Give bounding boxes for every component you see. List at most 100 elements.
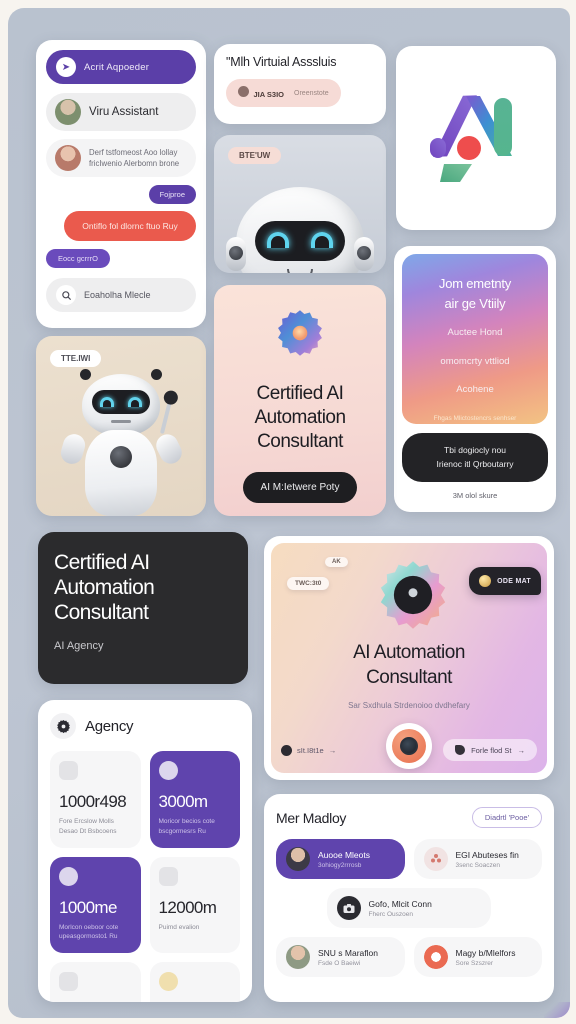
list-item[interactable]: Auooe Mleots 3ohiogy2rrrosb (276, 839, 405, 879)
paper-plane-icon: ➤ (56, 57, 76, 77)
assistant-glyph-icon (400, 737, 418, 755)
chat-bubble-pill: Eocc gcrrrO (46, 249, 111, 268)
gear-gradient-icon (380, 561, 446, 629)
arrow-right-icon: → (328, 745, 337, 755)
heart-icon (59, 761, 78, 780)
robot-ear-left-icon (226, 237, 246, 271)
robot-chest-icon (110, 446, 132, 468)
promo-heading-line1: Jom emetnty (438, 276, 512, 291)
robot-eye-left-icon (267, 232, 289, 248)
ring-icon (423, 945, 448, 969)
wide-hero-action-right[interactable]: Forle flod St → (443, 739, 537, 761)
certified-consultant-card: Certified AI Automation Consultant AI M:… (214, 285, 386, 516)
agency-header: Agency (50, 713, 240, 739)
stat-card[interactable]: 12000m Puimd evalion (149, 856, 240, 953)
list-item-name: Gofo, Mlcit Conn (368, 898, 432, 909)
badge-status: Oreenstote (294, 89, 329, 97)
stat-card[interactable]: 45020.0 Srisr Woli (50, 962, 141, 1002)
certified-title: Certified AI Automation Consultant (254, 383, 346, 452)
robot-antenna-left-icon (80, 369, 91, 380)
certified-cta-button[interactable]: AI M:Ietwere Poty (242, 471, 358, 503)
stat-card[interactable]: 1000me Morlcon oeboor cote upeasgormosto… (50, 856, 141, 953)
robot-arm-right (152, 430, 186, 468)
dark-hero-title: Certified AI Automation Consultant (54, 551, 155, 625)
stats-grid: 1000r498 Fore Ercslow Molls Desao Dt Bsb… (50, 751, 240, 1002)
agency-title: Agency (85, 717, 134, 735)
robot-body-card: TTE.IWI (36, 336, 206, 516)
agency-stats-card: Agency 1000r498 Fore Ercslow Molls Desao… (38, 700, 252, 1002)
page-frame: ➤ Acrit Aqpoeder Viru Assistant Derf tst… (0, 0, 576, 1024)
stat-card[interactable]: 3000m Moricor becios cote bscgormesrs Ru (149, 751, 240, 848)
stat-value: 12000m (158, 897, 217, 917)
chat-bubble-dark[interactable]: ODE MAT (469, 567, 541, 595)
wide-hero-title: AI Automation Consultant (271, 641, 547, 690)
shape-icon (281, 744, 292, 756)
list-item[interactable]: Gofo, Mlcit Conn Fherc Ouszoen (326, 888, 492, 928)
wide-hero-panel: AK TWC:3t0 ODE MAT AI Automation Consult… (271, 543, 547, 773)
list-item-detail: 3ohiogy2rrrosb (318, 861, 362, 869)
coin-icon (479, 575, 492, 587)
list-item-name: EGI Abuteses fin (455, 849, 519, 860)
search-icon (56, 285, 76, 305)
wide-hero-action-left[interactable]: sIt.I8t1e → (281, 744, 337, 756)
stat-label: Moricor becios cote bscgormesrs Ru (158, 818, 215, 835)
list-item-name: Magy b/Mlelfors (455, 947, 516, 958)
list-item[interactable]: Magy b/Mlelfors Sore Szszrer (413, 937, 542, 977)
stat-card[interactable]: 1000r498 Fore Ercslow Molls Desao Dt Bsb… (50, 751, 141, 848)
list-item-detail: Fsde O Baeiwi (318, 959, 361, 967)
directory-action-button[interactable]: Diadrtl 'Pooe' (471, 807, 542, 828)
list-item-detail: Fherc Ouszoen (368, 910, 413, 918)
avatar (55, 99, 81, 125)
promo-body-line2: omomcrty vttliod (440, 355, 510, 367)
gear-dark-icon (50, 713, 76, 739)
robot-head-illustration (226, 187, 374, 273)
promo-cta-button[interactable]: Tbi dogiocly nou Irienoc itl Qrboutarry (402, 433, 548, 483)
chat-row-message[interactable]: Derf tstfomeost Aoo lollay fricIwenio Al… (46, 139, 196, 177)
promo-body-line1: Auctee Hond (447, 327, 503, 338)
directory-card: Mer Madloy Diadrtl 'Pooe' Auooe Mleots 3… (264, 794, 554, 1002)
stat-value: 1000r498 (59, 792, 127, 811)
robot-visor (255, 221, 345, 261)
chat-bubble-alert: Ontiflo fol dlornc ftuo Ruy (64, 211, 196, 241)
stat-card[interactable]: 20010AS Shiy ftori (149, 962, 240, 1002)
list-item[interactable]: SNU s Maraflon Fsde O Baeiwi (276, 937, 405, 977)
assistant-fab-button[interactable] (386, 723, 432, 769)
wide-hero-card: AK TWC:3t0 ODE MAT AI Automation Consult… (264, 536, 554, 780)
avatar (55, 145, 81, 171)
circle-icon (158, 761, 178, 780)
chat-icon (455, 745, 466, 755)
search-placeholder: Eoaholha Mlecle (84, 290, 151, 300)
list-item[interactable]: EGI Abuteses fin 3senc Soaczen (413, 839, 542, 879)
robot-visor (92, 390, 150, 414)
robot-arm-left (58, 431, 88, 467)
chat-row-assistant[interactable]: Viru Assistant (46, 93, 196, 131)
directory-row: SNU s Maraflon Fsde O Baeiwi Magy b/Mlel… (276, 937, 542, 977)
circle-icon (59, 866, 78, 886)
directory-header: Mer Madloy Diadrtl 'Pooe' (276, 807, 542, 828)
robot-body-tag: TTE.IWI (50, 350, 102, 367)
virtual-assistant-card: "Mlh Virtuial Asssluis JIA S3IO Oreensto… (214, 44, 386, 124)
robot-eye-right-icon (311, 232, 333, 248)
chat-assistant-card: ➤ Acrit Aqpoeder Viru Assistant Derf tst… (36, 40, 206, 328)
chat-message-line1: Derf tstfomeost Aoo lollay (89, 147, 178, 157)
action-left-label: sIt.I8t1e (297, 745, 324, 755)
robot-head-tag: BTE'UW (228, 147, 282, 164)
stat-value: 1000me (59, 897, 117, 917)
promo-cta-line1: Tbi dogiocly nou (444, 445, 506, 455)
search-input[interactable]: Eoaholha Mlecle (46, 278, 196, 312)
promo-card: Jom emetnty air ge Vtiily Auctee Hond om… (394, 246, 556, 512)
active-agent-chip[interactable]: ➤ Acrit Aqpoeder (46, 50, 196, 84)
promo-gradient-panel: Jom emetnty air ge Vtiily Auctee Hond om… (402, 254, 548, 424)
badge-label: JIA S3IO (253, 90, 285, 99)
flower-icon (423, 847, 448, 871)
floating-tag-b: TWC:3t0 (287, 577, 330, 590)
stat-label: Morlcon oeboor cote upeasgormosto1 Ru (59, 923, 119, 941)
status-badge[interactable]: JIA S3IO Oreenstote (226, 79, 341, 107)
promo-heading-line2: air ge Vtiily (444, 295, 506, 311)
robot-torso (85, 430, 157, 516)
stat-label: Fore Ercslow Molls Desao Dt Bsbcoens (59, 818, 117, 835)
active-agent-label: Acrit Aqpoeder (84, 61, 150, 73)
fab-core (392, 729, 426, 763)
wide-hero-subtitle: Sar Sxdhula Strdenoioo dvdhefary (348, 701, 470, 710)
stat-value: 3000m (158, 792, 209, 811)
